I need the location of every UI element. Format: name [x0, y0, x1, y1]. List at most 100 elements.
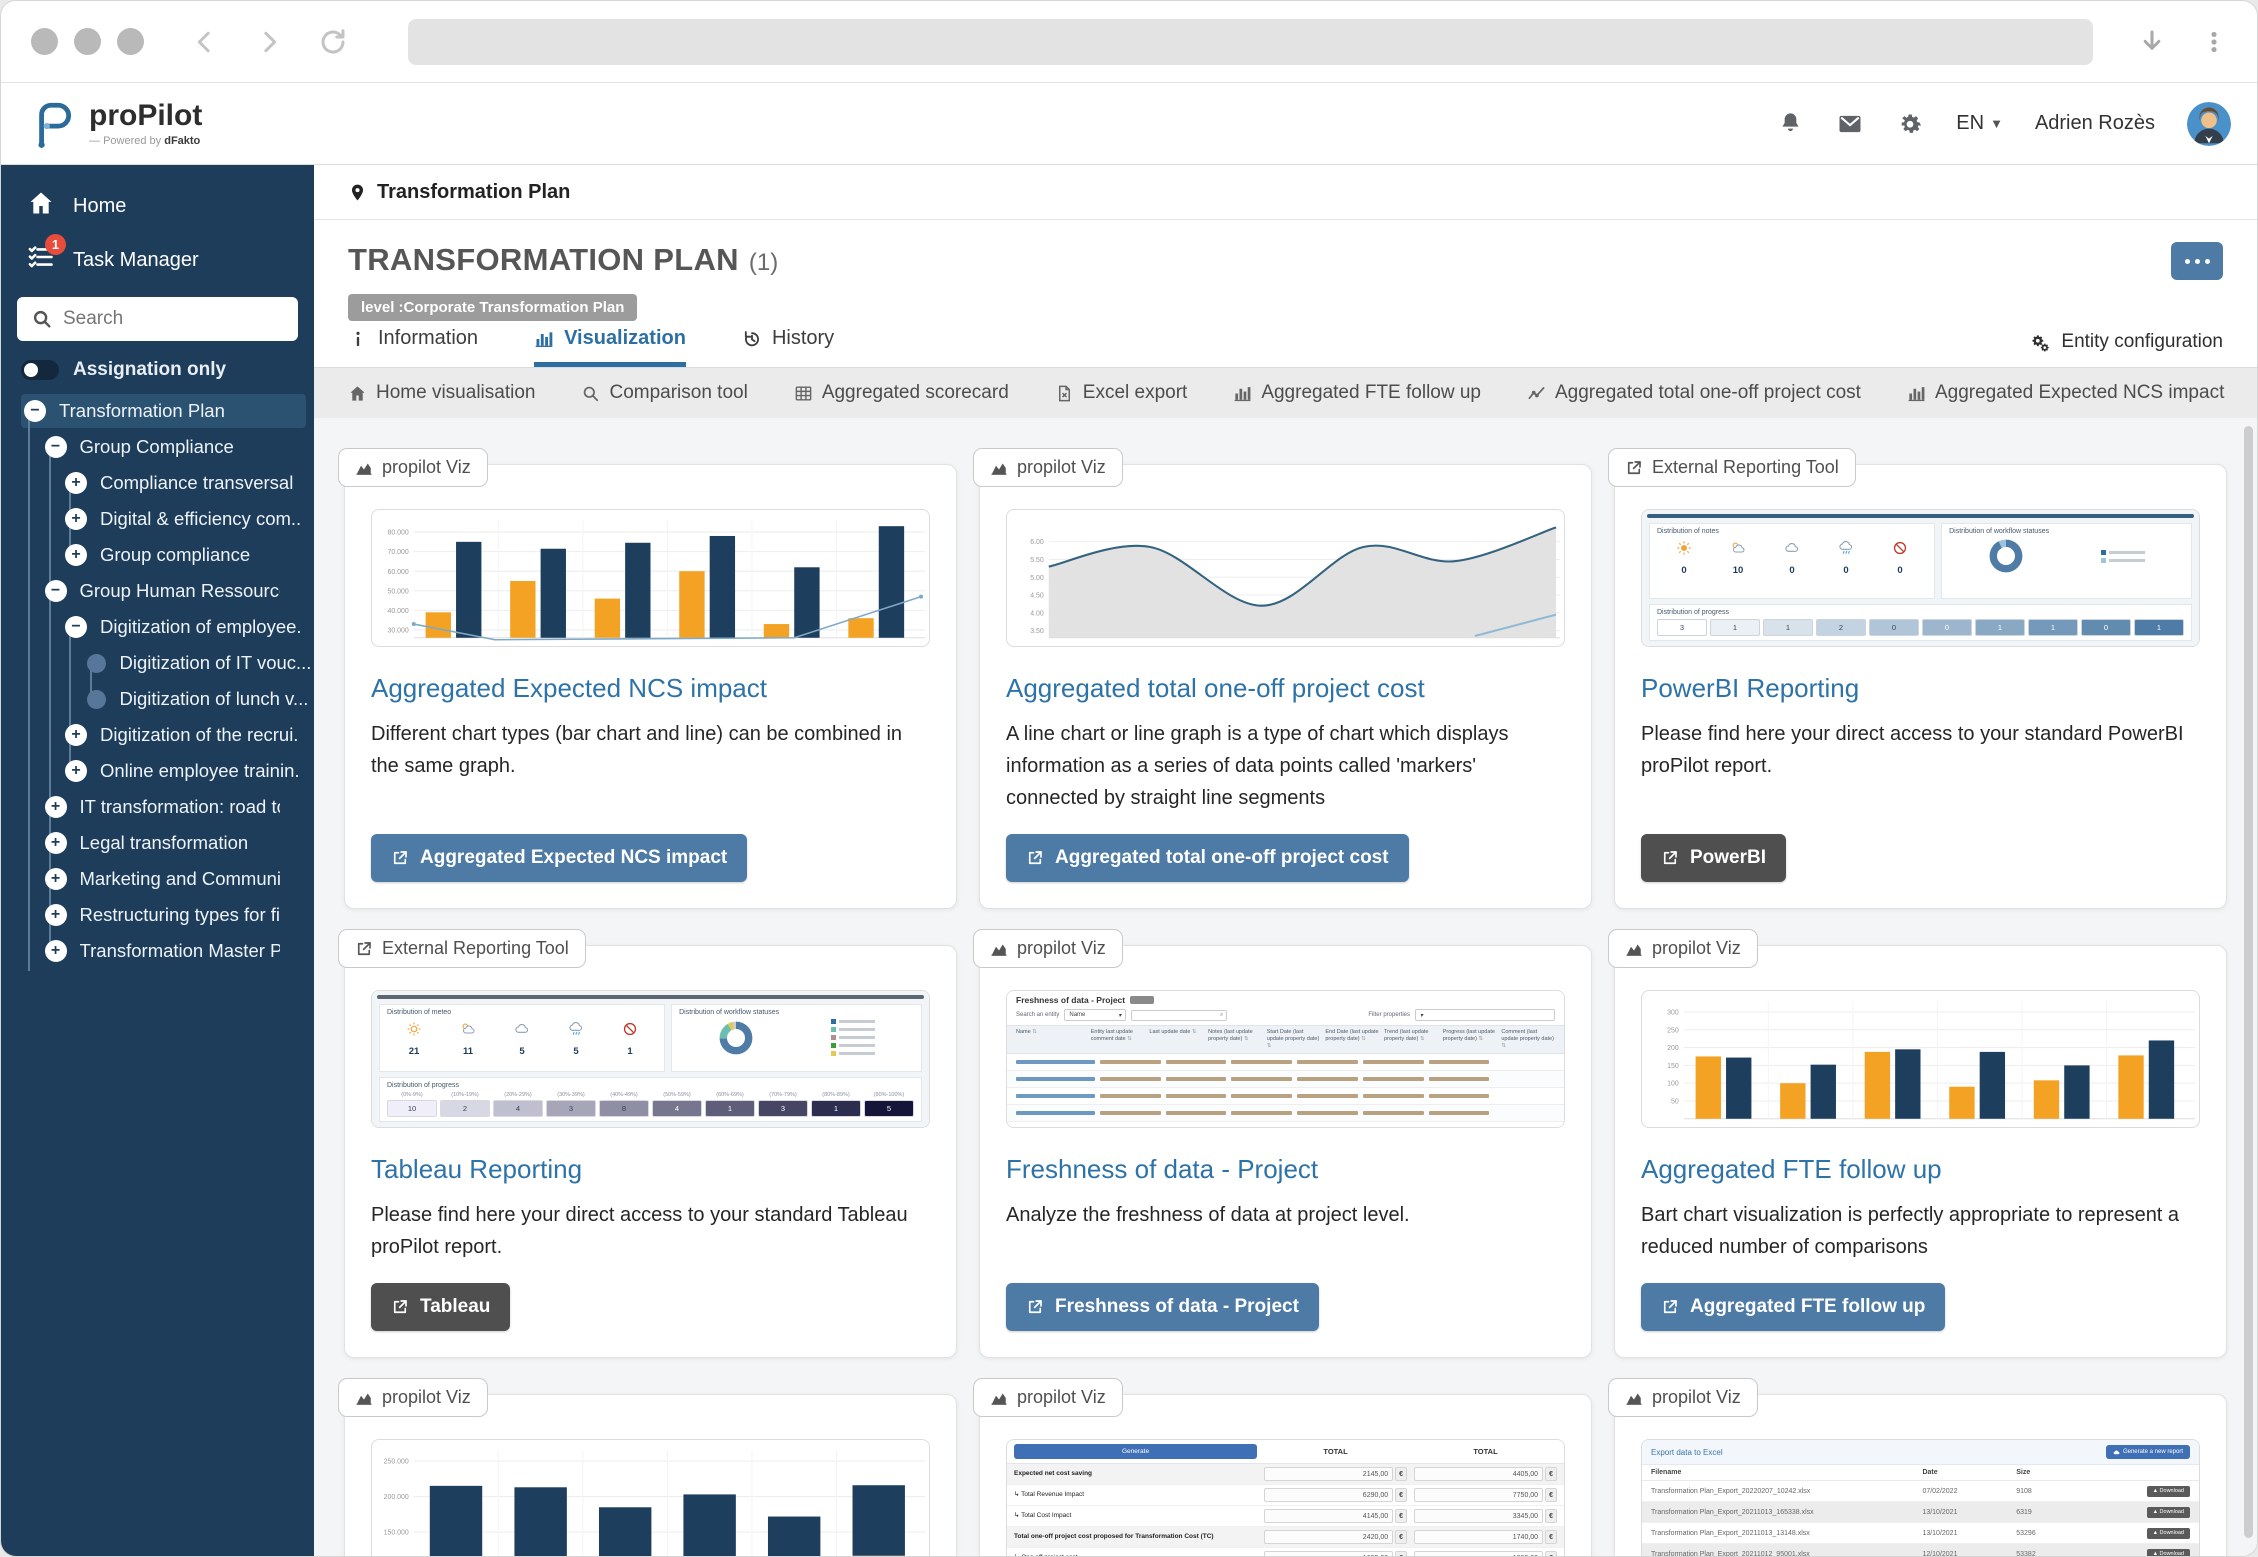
minus-icon[interactable]: − — [45, 580, 67, 602]
plus-icon[interactable]: + — [65, 508, 87, 530]
value-cell[interactable]: 3345,00 — [1414, 1509, 1543, 1523]
card-thumbnail-freshness[interactable]: Freshness of data - Project Search an en… — [1006, 990, 1565, 1128]
download-button[interactable]: ▲ Download — [2147, 1507, 2190, 1518]
card-open-button-tableau[interactable]: Tableau — [371, 1283, 510, 1331]
card-open-button-fte[interactable]: Aggregated FTE follow up — [1641, 1283, 1945, 1331]
value-cell[interactable]: 6290,00 — [1264, 1488, 1393, 1502]
window-control-dot[interactable] — [31, 28, 58, 55]
url-bar[interactable] — [408, 19, 2093, 65]
forward-icon[interactable] — [254, 27, 284, 57]
back-icon[interactable] — [190, 27, 220, 57]
tab-information[interactable]: Information — [348, 327, 478, 367]
card-thumbnail-powerbi[interactable]: Distribution of notes 010000 Distributio… — [1641, 509, 2200, 647]
column-header[interactable]: Entity last update comment date ⇅ — [1091, 1029, 1145, 1050]
card-open-button-freshness[interactable]: Freshness of data - Project — [1006, 1283, 1319, 1331]
download-button[interactable]: ▲ Download — [2147, 1549, 2190, 1557]
subtab-aggregated-total-one-off-project-cost[interactable]: Aggregated total one-off project cost — [1527, 382, 1861, 404]
card-title-link[interactable]: Tableau Reporting — [371, 1154, 930, 1185]
plus-icon[interactable]: + — [65, 724, 87, 746]
value-cell[interactable]: 4145,00 — [1264, 1509, 1393, 1523]
plus-icon[interactable]: + — [45, 868, 67, 890]
kebab-menu-icon[interactable] — [2201, 29, 2227, 55]
card-thumbnail-oneoff[interactable]: 6.005.505.004.504.003.50 — [1006, 509, 1565, 647]
download-button[interactable]: ▲ Download — [2147, 1528, 2190, 1539]
column-header[interactable]: Start Date (last update property date) ⇅ — [1267, 1029, 1321, 1050]
card-title-link[interactable]: Aggregated FTE follow up — [1641, 1154, 2200, 1185]
gear-icon[interactable] — [1896, 110, 1924, 138]
column-header[interactable]: Progress (last update property date) ⇅ — [1443, 1029, 1497, 1050]
tab-visualization[interactable]: Visualization — [534, 327, 686, 367]
window-control-dot[interactable] — [117, 28, 144, 55]
column-header[interactable]: Notes (last update property date) ⇅ — [1208, 1029, 1262, 1050]
value-cell[interactable]: 1695,00 — [1264, 1551, 1393, 1556]
subtab-excel-export[interactable]: Excel export — [1055, 382, 1188, 404]
column-header[interactable]: Comment (last update property date) ⇅ — [1501, 1029, 1555, 1050]
card-open-button-ncs[interactable]: Aggregated Expected NCS impact — [371, 834, 747, 882]
envelope-icon[interactable] — [1836, 110, 1864, 138]
card-thumbnail-projectcost[interactable]: 250.000200.000150.000 — [371, 1439, 930, 1556]
plus-icon[interactable]: + — [45, 904, 67, 926]
subtab-home-visualisation[interactable]: Home visualisation — [348, 382, 535, 404]
entity-configuration-button[interactable]: Entity configuration — [2029, 331, 2223, 353]
value-cell[interactable]: 1740,00 — [1414, 1530, 1543, 1544]
plus-icon[interactable]: + — [65, 472, 87, 494]
card-thumbnail-tableau[interactable]: Distribution of meteo 2111551 Distributi… — [371, 990, 930, 1128]
plus-icon[interactable]: + — [65, 760, 87, 782]
generate-report-button[interactable]: Generate a new report — [2106, 1445, 2190, 1459]
sidebar-item-home[interactable]: Home — [1, 179, 314, 233]
avatar[interactable] — [2187, 102, 2231, 146]
tree-node[interactable]: −Transformation Plan — [1, 393, 314, 429]
value-cell[interactable]: 2145,00 — [1264, 1467, 1393, 1481]
user-name[interactable]: Adrien Rozès — [2035, 112, 2155, 135]
column-header[interactable]: End Date (last update property date) ⇅ — [1325, 1029, 1379, 1050]
plus-icon[interactable]: + — [45, 796, 67, 818]
column-header[interactable]: Trend (last update property date) ⇅ — [1384, 1029, 1438, 1050]
download-icon[interactable] — [2137, 27, 2167, 57]
visualization-subtabs: Home visualisation Comparison tool Aggre… — [314, 367, 2257, 418]
entity-select[interactable]: Name▾ — [1064, 1009, 1126, 1021]
tab-history[interactable]: History — [742, 327, 834, 367]
value-cell[interactable]: 2420,00 — [1264, 1530, 1393, 1544]
bell-icon[interactable] — [1777, 110, 1804, 137]
subtab-aggregated-expected-ncs-impact[interactable]: Aggregated Expected NCS impact — [1907, 382, 2224, 404]
refresh-icon[interactable] — [318, 27, 348, 57]
card-thumbnail-fte[interactable]: 30025020015010050 — [1641, 990, 2200, 1128]
plus-icon[interactable]: + — [45, 832, 67, 854]
card-title-link[interactable]: Freshness of data - Project — [1006, 1154, 1565, 1185]
language-selector[interactable]: EN▼ — [1956, 112, 2003, 135]
card-thumbnail-excel[interactable]: Export data to Excel Generate a new repo… — [1641, 1439, 2200, 1556]
window-controls[interactable] — [31, 28, 144, 55]
card-thumbnail-ncs[interactable]: 80.00070.00060.00050.00040.00030.000 — [371, 509, 930, 647]
minus-icon[interactable]: − — [65, 616, 87, 638]
generate-button[interactable]: Generate — [1014, 1444, 1257, 1459]
card-title-link[interactable]: Aggregated total one-off project cost — [1006, 673, 1565, 704]
value-cell[interactable]: 1095,00 — [1414, 1551, 1543, 1556]
minus-icon[interactable]: − — [24, 400, 46, 422]
card-open-button-oneoff[interactable]: Aggregated total one-off project cost — [1006, 834, 1409, 882]
more-actions-button[interactable] — [2171, 242, 2223, 280]
sidebar-item-task-manager[interactable]: 1 Task Manager — [1, 233, 314, 287]
minus-icon[interactable]: − — [45, 436, 67, 458]
search-input[interactable] — [17, 297, 298, 341]
filter-properties-select[interactable]: ▾ — [1415, 1009, 1555, 1021]
subtab-comparison-tool[interactable]: Comparison tool — [581, 382, 747, 404]
plus-icon[interactable]: + — [65, 544, 87, 566]
value-cell[interactable]: 4405,00 — [1414, 1467, 1543, 1481]
column-header[interactable]: Name ⇅ — [1016, 1029, 1086, 1050]
card-thumbnail-comparison[interactable]: GenerateTOTALTOTAL Expected net cost sav… — [1006, 1439, 1565, 1556]
window-control-dot[interactable] — [74, 28, 101, 55]
card-title-link[interactable]: Aggregated Expected NCS impact — [371, 673, 930, 704]
download-button[interactable]: ▲ Download — [2147, 1486, 2190, 1497]
card-title-link[interactable]: PowerBI Reporting — [1641, 673, 2200, 704]
page-scrollbar[interactable] — [2244, 426, 2253, 1538]
assignation-toggle[interactable] — [21, 360, 59, 380]
value-cell[interactable]: 7750,00 — [1414, 1488, 1543, 1502]
propilot-logo[interactable]: proPilot — Powered by dFakto — [27, 99, 202, 149]
column-header[interactable]: Last update date ⇅ — [1149, 1029, 1203, 1050]
subtab-aggregated-scorecard[interactable]: Aggregated scorecard — [794, 382, 1009, 404]
page-title: TRANSFORMATION PLAN — [348, 240, 739, 280]
entity-search-input[interactable]: ⌕ — [1131, 1010, 1227, 1021]
subtab-aggregated-fte-follow-up[interactable]: Aggregated FTE follow up — [1233, 382, 1481, 404]
plus-icon[interactable]: + — [45, 940, 67, 962]
card-open-button-powerbi[interactable]: PowerBI — [1641, 834, 1786, 882]
